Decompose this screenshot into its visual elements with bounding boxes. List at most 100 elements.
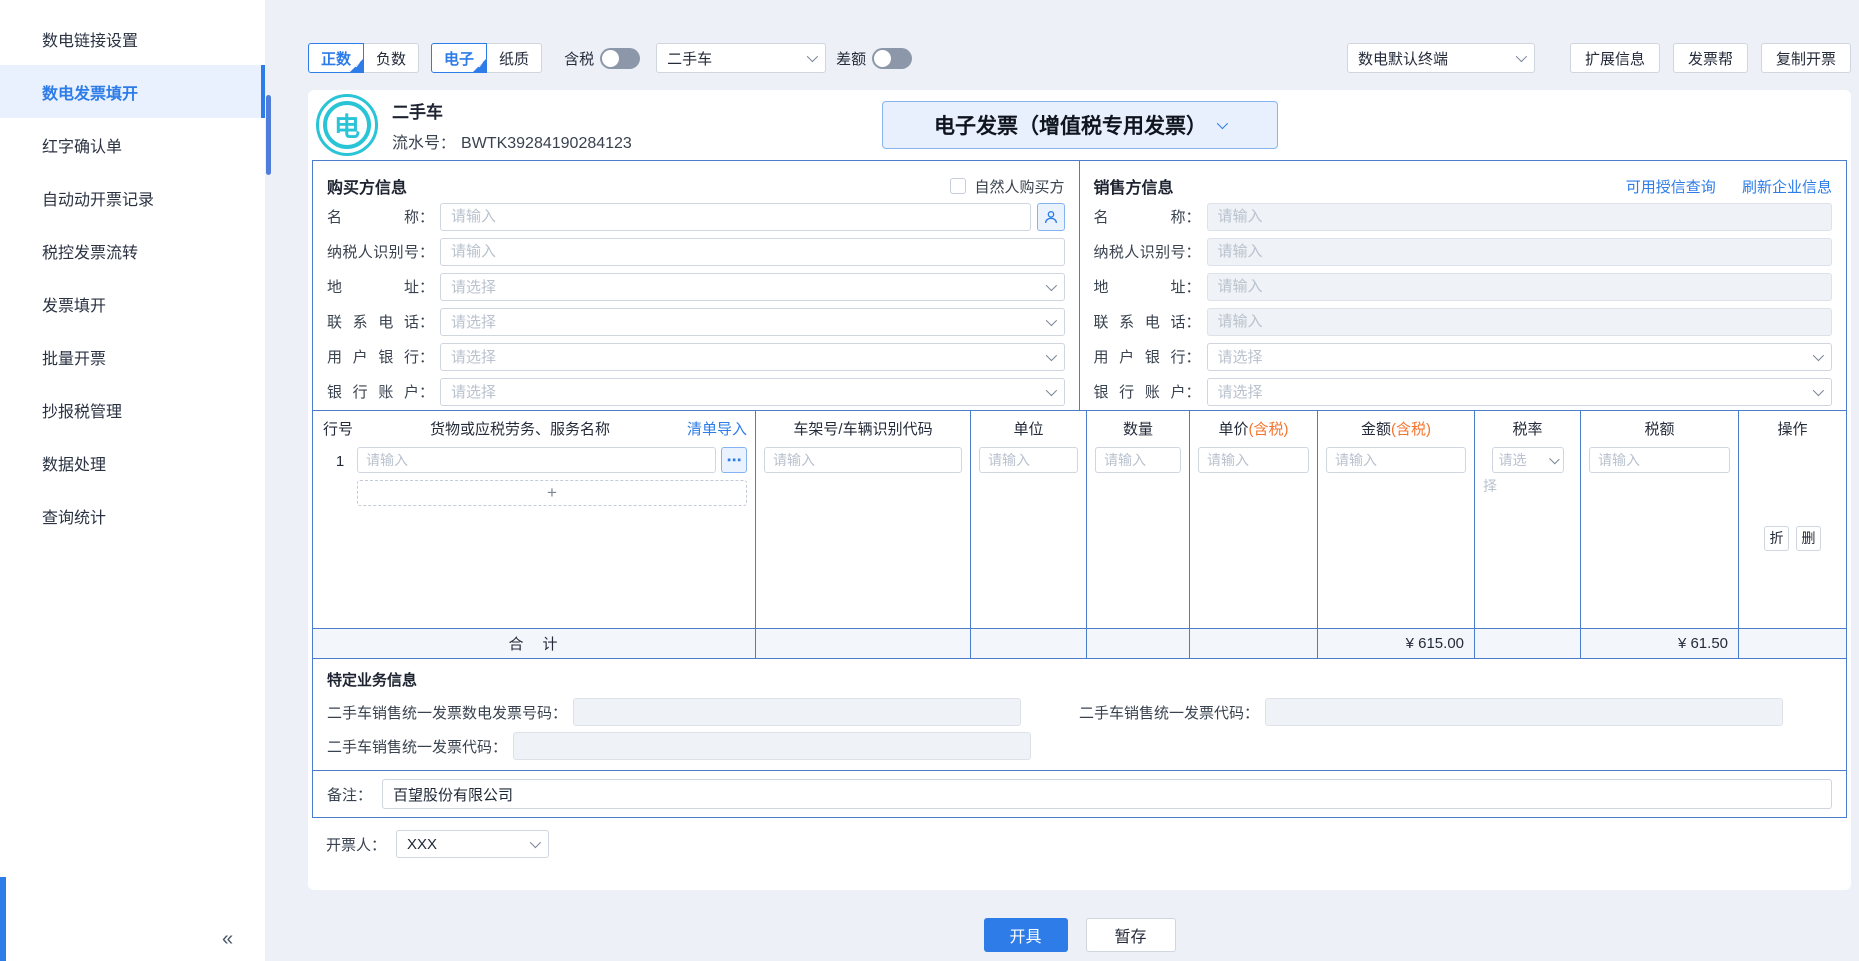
buyer-account-select[interactable]: 请选择 bbox=[440, 378, 1064, 406]
copy-invoicing-button[interactable]: 复制开票 bbox=[1761, 43, 1851, 73]
used-car-invoice-code-field-left: 二手车销售统一发票代码： bbox=[327, 729, 1079, 763]
vin-input[interactable] bbox=[764, 447, 962, 473]
col-vin: 车架号/车辆识别代码 bbox=[756, 411, 971, 445]
tax-included-label: 含税 bbox=[564, 48, 594, 69]
seller-bank-select[interactable]: 请选择 bbox=[1207, 343, 1832, 371]
business-type-select[interactable]: 二手车 bbox=[656, 43, 826, 73]
negative-button[interactable]: 负数 bbox=[364, 43, 419, 73]
issue-button[interactable]: 开具 bbox=[984, 918, 1068, 952]
buyer-taxid-input[interactable] bbox=[440, 238, 1064, 266]
natural-person-checkbox[interactable]: 自然人购买方 bbox=[950, 176, 1064, 197]
tax-included-toggle[interactable] bbox=[600, 48, 640, 69]
sidebar-item-query-statistics[interactable]: 查询统计 bbox=[0, 489, 265, 542]
paper-button[interactable]: 纸质 bbox=[487, 43, 542, 73]
footer-actions: 开具 暂存 bbox=[308, 918, 1851, 952]
seller-phone-row: 联系电话： bbox=[1094, 304, 1833, 339]
credit-query-link[interactable]: 可用授信查询 bbox=[1626, 179, 1716, 196]
terminal-select[interactable]: 数电默认终端 bbox=[1347, 43, 1535, 73]
remark-section: 备注： bbox=[312, 770, 1847, 818]
list-import-link[interactable]: 清单导入 bbox=[687, 418, 747, 439]
quantity-input[interactable] bbox=[1095, 447, 1181, 473]
seller-account-select[interactable]: 请选择 bbox=[1207, 378, 1832, 406]
unit-input[interactable] bbox=[979, 447, 1078, 473]
difference-label: 差额 bbox=[836, 48, 866, 69]
cell-goods-name: 1 ⋯ + bbox=[313, 445, 756, 628]
toolbar-right-group: 数电默认终端 扩展信息 发票帮 复制开票 bbox=[1347, 43, 1851, 73]
chevron-down-icon bbox=[1549, 453, 1560, 464]
electronic-button[interactable]: 电子 ✓ bbox=[431, 43, 487, 73]
buyer-bank-select[interactable]: 请选择 bbox=[440, 343, 1064, 371]
used-car-digital-invoice-number-field: 二手车销售统一发票数电发票号码： bbox=[327, 695, 1079, 729]
goods-name-input[interactable] bbox=[357, 447, 716, 473]
amount-input[interactable] bbox=[1326, 447, 1466, 473]
delete-row-button[interactable]: 删 bbox=[1796, 526, 1821, 551]
sidebar-item-invoice-fill[interactable]: 发票填开 bbox=[0, 277, 265, 330]
buyer-address-row: 地址： 请选择 bbox=[327, 269, 1065, 304]
difference-toggle[interactable] bbox=[872, 48, 912, 69]
remark-input[interactable] bbox=[382, 779, 1832, 809]
select-customer-button[interactable] bbox=[1037, 203, 1065, 231]
totals-row: 合 计 ¥ 615.00 ¥ 61.50 bbox=[313, 628, 1846, 658]
cell-quantity bbox=[1087, 445, 1190, 628]
sidebar-collapse-icon[interactable]: « bbox=[222, 928, 233, 951]
selected-check-badge: ✓ bbox=[349, 58, 364, 73]
col-amount: 金额(含税) bbox=[1318, 411, 1475, 445]
seller-taxid-row: 纳税人识别号： bbox=[1094, 234, 1833, 269]
tax-rate-select[interactable]: 请选 bbox=[1492, 447, 1564, 473]
cell-actions: 折 删 bbox=[1739, 445, 1846, 628]
table-body: 1 ⋯ + 请选 bbox=[313, 445, 1846, 628]
tax-amount-input[interactable] bbox=[1589, 447, 1730, 473]
add-row-button[interactable]: + bbox=[357, 480, 747, 506]
special-business-section: 特定业务信息 二手车销售统一发票数电发票号码： 二手车销售统一发票代码： 二手车… bbox=[312, 658, 1847, 771]
invoice-type-dropdown[interactable]: 电子发票（增值税专用发票） bbox=[882, 101, 1278, 149]
col-tax-amount: 税额 bbox=[1581, 411, 1739, 445]
chevron-down-icon bbox=[807, 51, 818, 62]
positive-button[interactable]: 正数 ✓ bbox=[308, 43, 364, 73]
buyer-address-select[interactable]: 请选择 bbox=[440, 273, 1064, 301]
sidebar-item-auto-invoice-records[interactable]: 自动动开票记录 bbox=[0, 171, 265, 224]
col-goods-name: 货物或应税劳务、服务名称 bbox=[353, 418, 687, 439]
invoice-toolbar: 正数 ✓ 负数 电子 ✓ 纸质 含税 二手车 差额 bbox=[308, 43, 1851, 73]
buyer-account-row: 银行账户： 请选择 bbox=[327, 374, 1065, 409]
unit-price-input[interactable] bbox=[1198, 447, 1309, 473]
special-business-title: 特定业务信息 bbox=[327, 669, 1832, 695]
chevron-down-icon bbox=[1045, 314, 1056, 325]
sidebar-item-tax-invoice-flow[interactable]: 税控发票流转 bbox=[0, 224, 265, 277]
sidebar-item-digital-link-settings[interactable]: 数电链接设置 bbox=[0, 12, 265, 65]
discount-row-button[interactable]: 折 bbox=[1764, 526, 1789, 551]
cell-tax-rate: 请选 择 bbox=[1475, 445, 1581, 628]
buyer-phone-row: 联系电话： 请选择 bbox=[327, 304, 1065, 339]
used-car-digital-invoice-number-input bbox=[573, 698, 1021, 726]
cell-tax-amount bbox=[1581, 445, 1739, 628]
invoice-category: 二手车 bbox=[392, 98, 632, 123]
medium-toggle-group: 电子 ✓ 纸质 bbox=[431, 43, 542, 73]
chevron-down-icon bbox=[1045, 279, 1056, 290]
buyer-section: 购买方信息 自然人购买方 名称： bbox=[313, 161, 1080, 410]
save-draft-button[interactable]: 暂存 bbox=[1086, 918, 1176, 952]
issuer-label: 开票人 bbox=[326, 837, 371, 854]
refresh-enterprise-info-link[interactable]: 刷新企业信息 bbox=[1742, 179, 1832, 196]
buyer-name-row: 名称： bbox=[327, 199, 1065, 234]
invoice-helper-button[interactable]: 发票帮 bbox=[1673, 43, 1748, 73]
seller-bank-row: 用户银行： 请选择 bbox=[1094, 339, 1833, 374]
remark-label: 备注 bbox=[327, 787, 357, 804]
sidebar-item-digital-invoice-fill[interactable]: 数电发票填开 bbox=[0, 65, 265, 118]
sidebar-item-tax-copy-management[interactable]: 抄报税管理 bbox=[0, 383, 265, 436]
buyer-phone-select[interactable]: 请选择 bbox=[440, 308, 1064, 336]
sign-toggle-group: 正数 ✓ 负数 bbox=[308, 43, 419, 73]
more-options-button[interactable]: ⋯ bbox=[721, 447, 747, 473]
sidebar-item-data-processing[interactable]: 数据处理 bbox=[0, 436, 265, 489]
buyer-name-input[interactable] bbox=[440, 203, 1030, 231]
sidebar-item-red-confirmation[interactable]: 红字确认单 bbox=[0, 118, 265, 171]
sidebar-item-batch-invoicing[interactable]: 批量开票 bbox=[0, 330, 265, 383]
used-car-invoice-code-field-right: 二手车销售统一发票代码： bbox=[1079, 695, 1783, 729]
col-line-no: 行号 bbox=[323, 418, 353, 439]
buyer-title: 购买方信息 bbox=[327, 174, 407, 198]
extend-info-button[interactable]: 扩展信息 bbox=[1570, 43, 1660, 73]
chevron-down-icon bbox=[1516, 51, 1527, 62]
issuer-row: 开票人： XXX bbox=[312, 830, 1847, 858]
checkbox-icon[interactable] bbox=[950, 178, 966, 194]
line-items-table: 行号 货物或应税劳务、服务名称 清单导入 车架号/车辆识别代码 单位 数量 单价… bbox=[312, 410, 1847, 659]
sidebar-scrollbar-thumb[interactable] bbox=[266, 95, 271, 175]
issuer-select[interactable]: XXX bbox=[396, 830, 549, 858]
